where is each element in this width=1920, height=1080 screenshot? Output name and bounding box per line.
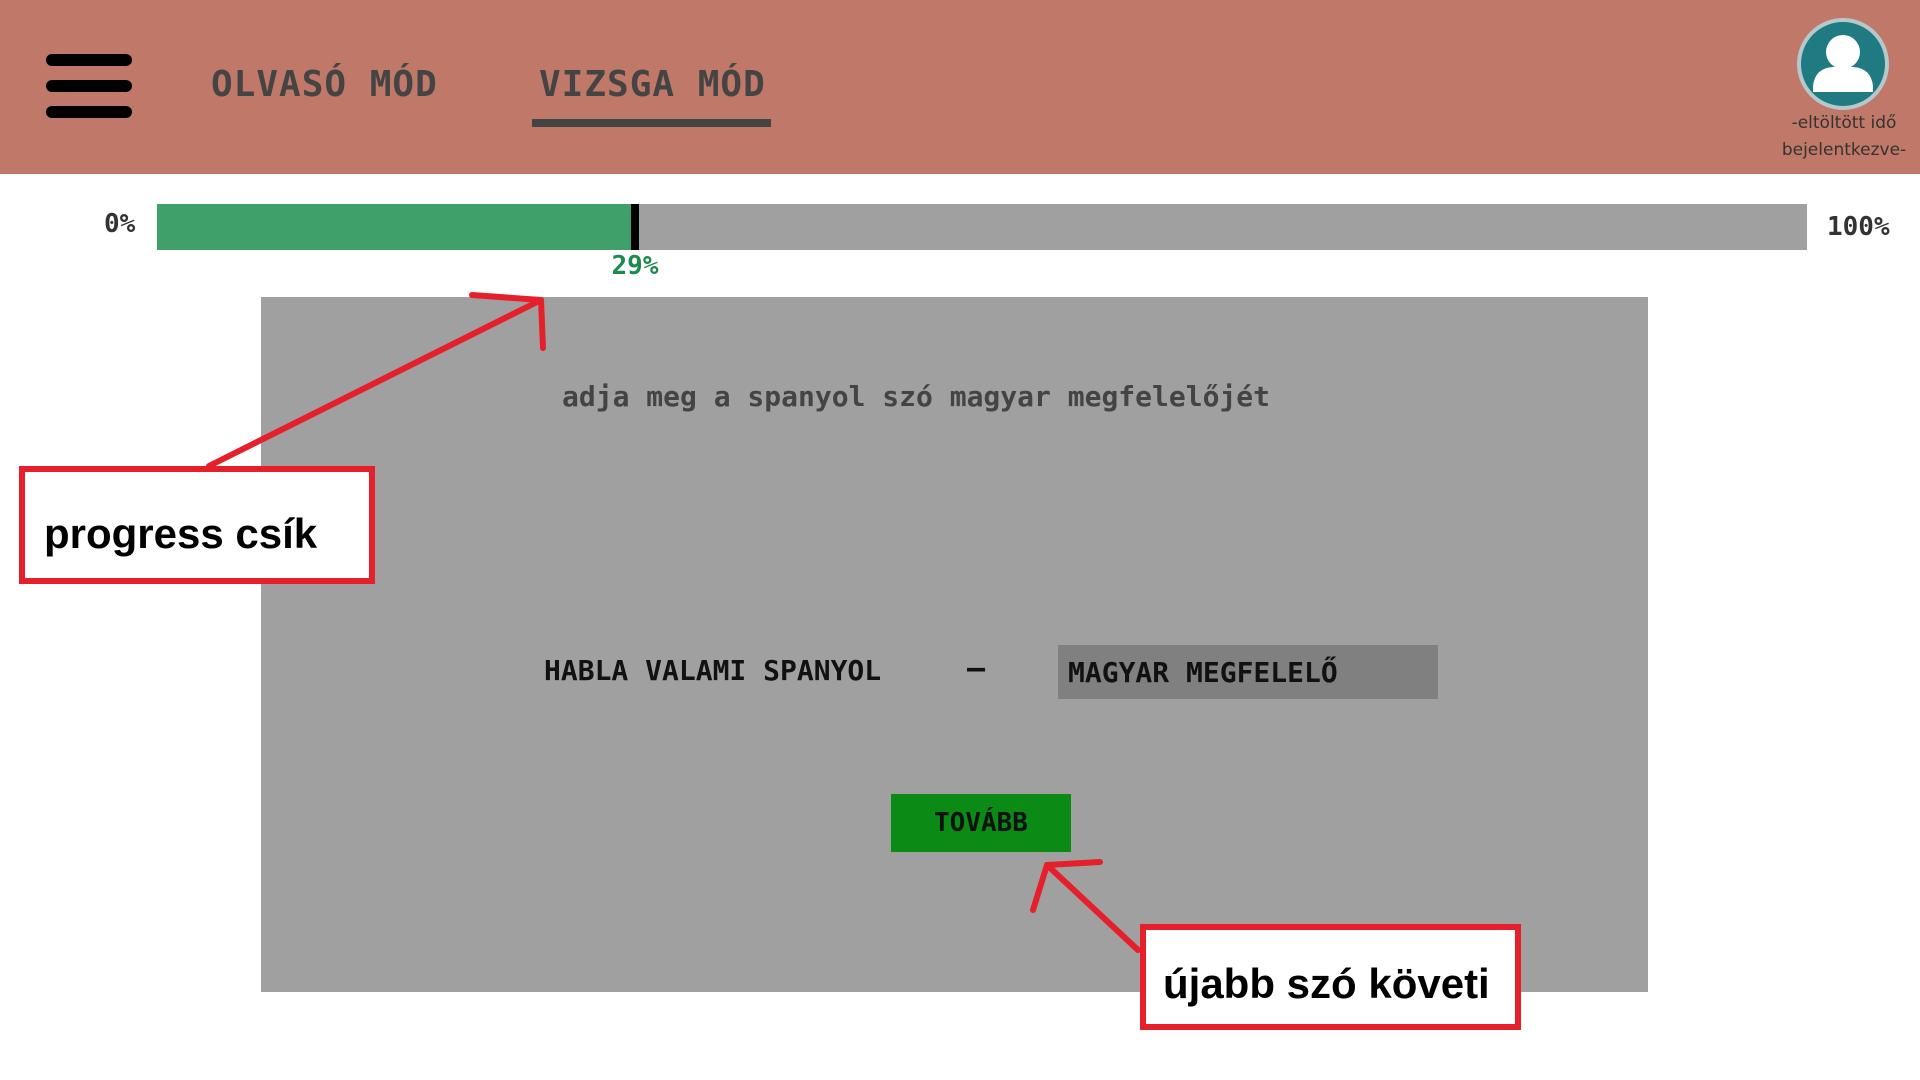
next-word-callout: újabb szó követi <box>1140 924 1521 1030</box>
hamburger-menu-icon[interactable] <box>46 52 134 120</box>
spanish-word: HABLA VALAMI SPANYOL <box>544 654 882 687</box>
word-separator: – <box>967 651 986 686</box>
tab-exam-mode[interactable]: VIZSGA MÓD <box>539 64 766 105</box>
tab-reader-mode[interactable]: OLVASÓ MÓD <box>211 64 438 105</box>
top-header: OLVASÓ MÓD VIZSGA MÓD -eltöltött idő bej… <box>0 0 1920 174</box>
progress-value-label: 29% <box>611 251 659 281</box>
exam-page: OLVASÓ MÓD VIZSGA MÓD -eltöltött idő bej… <box>0 0 1920 1080</box>
menu-bar <box>46 80 132 92</box>
next-button[interactable]: TOVÁBB <box>891 794 1071 852</box>
progress-start-label: 0% <box>104 209 136 239</box>
login-status-label: bejelentkezve- <box>1781 140 1907 160</box>
instruction-text: adja meg a spanyol szó magyar megfelelőj… <box>562 380 1271 413</box>
progress-fill <box>157 204 635 250</box>
active-tab-indicator <box>532 119 771 127</box>
menu-bar <box>46 54 132 66</box>
progress-callout: progress csík <box>19 466 375 584</box>
user-avatar-icon[interactable] <box>1797 18 1889 110</box>
hungarian-answer-input[interactable] <box>1058 645 1438 699</box>
progress-end-label: 100% <box>1827 212 1890 242</box>
menu-bar <box>46 106 132 118</box>
user-silhouette-icon <box>1813 35 1873 92</box>
exercise-card: adja meg a spanyol szó magyar megfelelőj… <box>261 297 1648 992</box>
progress-bar <box>157 204 1807 250</box>
progress-marker <box>631 204 639 250</box>
user-status: -eltöltött idő bejelentkezve- <box>1774 110 1914 164</box>
time-spent-label: -eltöltött idő <box>1791 113 1897 133</box>
